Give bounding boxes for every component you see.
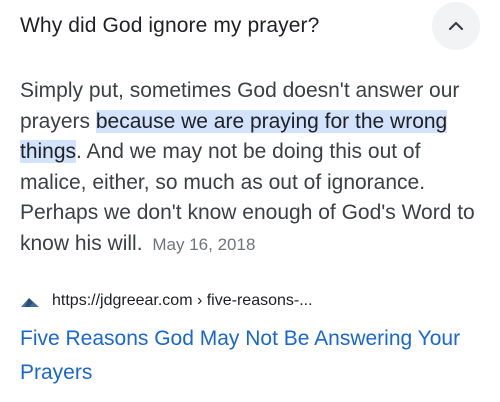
result-title-link[interactable]: Five Reasons God May Not Be Answering Yo… xyxy=(20,322,490,390)
chevron-up-icon xyxy=(448,21,464,31)
source-row[interactable]: https://jdgreear.com › five-reasons-... xyxy=(20,292,313,310)
site-favicon-icon xyxy=(21,298,39,307)
collapse-button[interactable] xyxy=(432,2,480,50)
featured-snippet-card: Why did God ignore my prayer? Simply put… xyxy=(0,0,500,402)
answer-text: Simply put, sometimes God doesn't answer… xyxy=(20,76,490,260)
source-url[interactable]: https://jdgreear.com › five-reasons-... xyxy=(52,292,313,310)
question-row[interactable]: Why did God ignore my prayer? xyxy=(20,0,480,52)
question-text[interactable]: Why did God ignore my prayer? xyxy=(20,14,319,38)
answer-date: May 16, 2018 xyxy=(152,234,256,254)
